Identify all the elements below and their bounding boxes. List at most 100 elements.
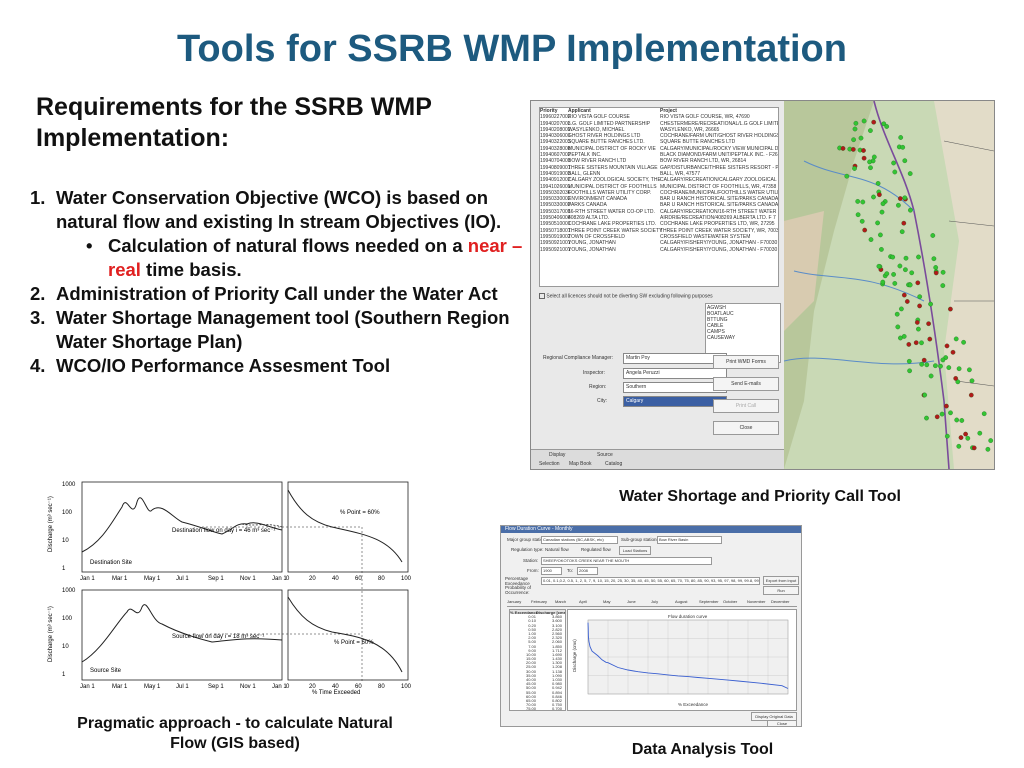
licence-marker[interactable] [875, 181, 881, 186]
licence-marker[interactable] [963, 431, 968, 437]
licence-marker[interactable] [862, 227, 868, 233]
licence-marker[interactable] [967, 367, 972, 373]
load-stations-button[interactable]: Load Stations [619, 546, 651, 555]
licence-marker[interactable] [953, 376, 959, 381]
tab-month[interactable]: December [771, 599, 789, 604]
licence-marker[interactable] [871, 119, 877, 125]
licence-marker[interactable] [899, 306, 904, 312]
licence-marker[interactable] [916, 254, 921, 260]
licence-marker[interactable] [913, 340, 919, 346]
licence-marker[interactable] [930, 233, 936, 238]
licence-marker[interactable] [934, 414, 940, 420]
licence-marker[interactable] [903, 255, 909, 261]
licence-marker[interactable] [948, 306, 953, 312]
tab-source[interactable]: Source [597, 452, 613, 458]
tab-month[interactable]: March [555, 599, 566, 604]
licence-marker[interactable] [928, 301, 933, 307]
licence-marker[interactable] [898, 135, 904, 140]
licence-marker[interactable] [940, 357, 946, 363]
licence-marker[interactable] [871, 194, 876, 200]
licence-marker[interactable] [850, 147, 856, 152]
tab-month[interactable]: October [723, 599, 737, 604]
licence-marker[interactable] [855, 199, 861, 204]
major-group-select[interactable]: Canadian stations (BC,ABSK, etc) [541, 536, 618, 544]
licence-marker[interactable] [904, 299, 910, 304]
licence-marker[interactable] [884, 124, 890, 129]
tab-map-book[interactable]: Map Book [569, 461, 592, 467]
licence-marker[interactable] [968, 392, 974, 398]
licence-marker[interactable] [861, 155, 867, 161]
regulated-flow-radio[interactable]: Regulated flow [581, 547, 611, 552]
tab-month[interactable]: November [747, 599, 765, 604]
licence-marker[interactable] [928, 373, 934, 379]
inspector-select[interactable]: Angela Peruzzi [623, 368, 727, 379]
flow-table[interactable]: % ExceedanceDischarge [cms] 0.01 3.860 0.1… [509, 609, 566, 711]
region-select[interactable]: Southern [623, 382, 727, 393]
licence-marker[interactable] [950, 349, 956, 355]
licence-marker[interactable] [896, 202, 901, 208]
station-select[interactable]: SHEEP/OKOTOKS CREEK NEAR THE MOUTH [541, 557, 712, 565]
licence-marker[interactable] [868, 128, 873, 133]
licence-marker[interactable] [897, 196, 903, 201]
licence-marker[interactable] [917, 303, 922, 309]
licence-marker[interactable] [933, 363, 938, 369]
tab-month[interactable]: August [675, 599, 687, 604]
tab-month[interactable]: May [603, 599, 611, 604]
licence-marker[interactable] [977, 430, 983, 436]
licence-marker[interactable] [944, 433, 950, 439]
licence-marker[interactable] [917, 294, 923, 300]
licence-marker[interactable] [954, 417, 960, 423]
licence-marker[interactable] [988, 438, 994, 443]
tab-month[interactable]: February [531, 599, 547, 604]
licence-marker[interactable] [916, 326, 921, 332]
licence-marker[interactable] [899, 229, 905, 235]
licence-marker[interactable] [926, 321, 931, 327]
checkbox-icon[interactable] [539, 293, 545, 299]
licence-marker[interactable] [891, 272, 896, 277]
licence-marker[interactable] [901, 334, 907, 339]
licence-marker[interactable] [861, 118, 867, 124]
licence-marker[interactable] [985, 446, 991, 452]
licence-marker[interactable] [971, 445, 977, 451]
licence-marker[interactable] [879, 247, 884, 252]
licence-marker[interactable] [853, 120, 859, 126]
licence-marker[interactable] [894, 311, 900, 317]
city-select[interactable]: Calgary [623, 396, 727, 407]
tab-catalog[interactable]: Catalog [605, 461, 622, 467]
licence-marker[interactable] [969, 378, 975, 384]
licence-marker[interactable] [931, 256, 937, 262]
licence-marker[interactable] [891, 160, 896, 166]
licence-marker[interactable] [892, 281, 898, 286]
licence-marker[interactable] [871, 154, 877, 160]
licence-marker[interactable] [919, 361, 925, 367]
licence-marker[interactable] [965, 435, 971, 441]
print-call-button[interactable]: Print Call [713, 399, 779, 413]
licence-marker[interactable] [924, 362, 930, 368]
licence-marker[interactable] [867, 159, 872, 165]
licence-marker[interactable] [933, 265, 939, 270]
licence-marker[interactable] [902, 195, 908, 201]
licence-marker[interactable] [915, 280, 921, 286]
licence-marker[interactable] [879, 209, 885, 215]
licence-marker[interactable] [877, 192, 882, 198]
licence-marker[interactable] [940, 269, 946, 275]
licence-marker[interactable] [903, 267, 908, 273]
natural-flow-radio[interactable]: Natural flow [545, 547, 569, 552]
licence-marker[interactable] [892, 169, 898, 175]
licence-marker[interactable] [875, 220, 880, 226]
tab-month[interactable]: January [507, 599, 521, 604]
licence-marker[interactable] [880, 201, 886, 207]
licence-marker[interactable] [906, 342, 912, 347]
send-emails-button[interactable]: Send E-mails [713, 377, 779, 391]
basin-map[interactable] [784, 101, 994, 469]
licence-marker[interactable] [876, 263, 882, 269]
tab-month[interactable]: September [699, 599, 719, 604]
licence-marker[interactable] [859, 218, 865, 224]
table-row[interactable]: 75.00 0.700 [510, 706, 565, 710]
close-button[interactable]: Close [713, 421, 779, 435]
tab-selection[interactable]: Selection [539, 461, 560, 467]
licence-marker[interactable] [956, 366, 962, 372]
licence-marker[interactable] [919, 340, 924, 346]
licence-marker[interactable] [948, 410, 953, 416]
licence-marker[interactable] [924, 415, 929, 421]
